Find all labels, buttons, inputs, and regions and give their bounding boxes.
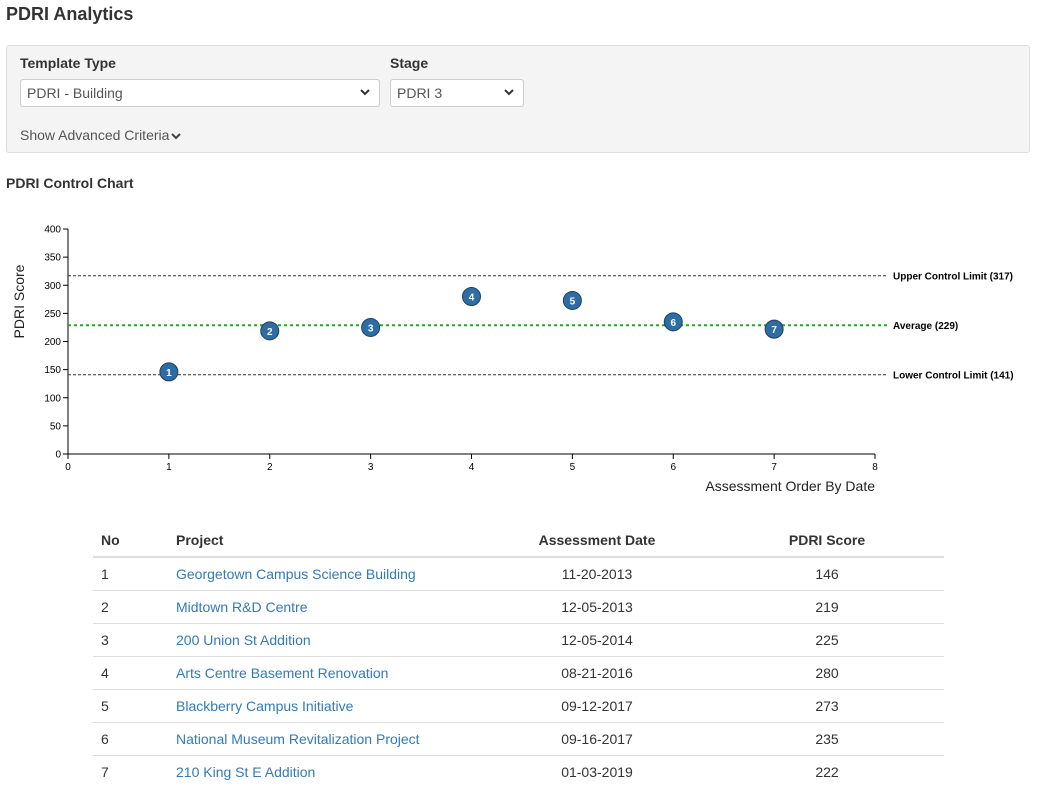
x-tick-label: 7 <box>771 462 777 473</box>
table-header-row: No Project Assessment Date PDRI Score <box>93 523 944 557</box>
header-project[interactable]: Project <box>168 523 484 557</box>
header-no[interactable]: No <box>93 523 168 557</box>
cell-no: 4 <box>93 657 168 690</box>
cell-project: 210 King St E Addition <box>168 756 484 788</box>
cell-no: 6 <box>93 723 168 756</box>
cell-project: Midtown R&D Centre <box>168 591 484 624</box>
template-type-value: PDRI - Building <box>27 85 123 101</box>
y-tick-label: 350 <box>44 253 61 264</box>
data-point-label: 5 <box>570 296 576 307</box>
cell-assessment-date: 09-16-2017 <box>484 723 710 756</box>
y-axis-label: PDRI Score <box>11 264 27 338</box>
table-row: 5 Blackberry Campus Initiative 09-12-20172… <box>93 690 944 723</box>
cell-project: National Museum Revitalization Project <box>168 723 484 756</box>
cell-pdri-score: 235 <box>710 723 944 756</box>
header-assessment-date[interactable]: Assessment Date <box>484 523 710 557</box>
cell-no: 5 <box>93 690 168 723</box>
x-tick-label: 4 <box>469 462 475 473</box>
cell-pdri-score: 219 <box>710 591 944 624</box>
cell-assessment-date: 01-03-2019 <box>484 756 710 788</box>
table-row: 1 Georgetown Campus Science Building 11-20… <box>93 557 944 591</box>
y-tick-label: 150 <box>44 365 61 376</box>
cell-no: 3 <box>93 624 168 657</box>
x-tick-label: 2 <box>267 462 273 473</box>
cell-no: 7 <box>93 756 168 788</box>
cell-project: Georgetown Campus Science Building <box>168 557 484 591</box>
cell-assessment-date: 09-12-2017 <box>484 690 710 723</box>
cell-assessment-date: 12-05-2014 <box>484 624 710 657</box>
data-point-label: 1 <box>166 368 172 379</box>
show-advanced-criteria-link[interactable]: Show Advanced Criteria <box>20 127 181 143</box>
lcl-label: Lower Control Limit (141) <box>893 371 1014 382</box>
header-pdri-score[interactable]: PDRI Score <box>710 523 944 557</box>
chevron-down-icon <box>359 86 371 98</box>
cell-assessment-date: 12-05-2013 <box>484 591 710 624</box>
cell-project: Blackberry Campus Initiative <box>168 690 484 723</box>
y-tick-label: 300 <box>44 281 61 292</box>
cell-assessment-date: 08-21-2016 <box>484 657 710 690</box>
template-type-select[interactable]: PDRI - Building <box>20 79 380 107</box>
x-tick-label: 0 <box>65 462 71 473</box>
cell-pdri-score: 280 <box>710 657 944 690</box>
project-link[interactable]: Midtown R&D Centre <box>176 599 308 615</box>
projects-table: No Project Assessment Date PDRI Score 1G… <box>93 523 944 788</box>
stage-label: Stage <box>390 55 428 71</box>
table-row: 7 210 King St E Addition 01-03-2019222 <box>93 756 944 788</box>
project-link[interactable]: Georgetown Campus Science Building <box>176 566 416 582</box>
show-advanced-criteria-label: Show Advanced Criteria <box>20 127 169 143</box>
chevron-down-icon <box>503 86 515 98</box>
x-axis-label: Assessment Order By Date <box>705 478 875 494</box>
data-point-label: 4 <box>469 293 475 304</box>
project-link[interactable]: Arts Centre Basement Renovation <box>176 665 388 681</box>
cell-pdri-score: 146 <box>710 557 944 591</box>
x-tick-label: 3 <box>368 462 374 473</box>
control-chart: 0 50 100 150 200 250 300 350 400 0 1 2 3 4 5 6 7 8 Assessm… <box>0 210 1039 500</box>
cell-no: 2 <box>93 591 168 624</box>
page-title: PDRI Analytics <box>6 4 133 25</box>
y-tick-label: 100 <box>44 393 61 404</box>
data-point-label: 3 <box>368 323 374 334</box>
chart-section-title: PDRI Control Chart <box>6 175 134 191</box>
ucl-label: Upper Control Limit (317) <box>893 272 1013 283</box>
cell-pdri-score: 222 <box>710 756 944 788</box>
cell-pdri-score: 273 <box>710 690 944 723</box>
cell-assessment-date: 11-20-2013 <box>484 557 710 591</box>
stage-select[interactable]: PDRI 3 <box>390 79 524 107</box>
project-link[interactable]: National Museum Revitalization Project <box>176 731 420 747</box>
data-point-label: 2 <box>267 327 273 338</box>
data-point-label: 7 <box>771 325 777 336</box>
table-row: 6 National Museum Revitalization Project 0… <box>93 723 944 756</box>
cell-project: 200 Union St Addition <box>168 624 484 657</box>
template-type-label: Template Type <box>20 55 116 71</box>
table-row: 3 200 Union St Addition 12-05-2014225 <box>93 624 944 657</box>
project-link[interactable]: 200 Union St Addition <box>176 632 311 648</box>
table-row: 4 Arts Centre Basement Renovation 08-21-20… <box>93 657 944 690</box>
x-tick-label: 8 <box>872 462 878 473</box>
y-tick-label: 50 <box>50 421 62 432</box>
x-tick-label: 5 <box>570 462 576 473</box>
project-link[interactable]: Blackberry Campus Initiative <box>176 698 353 714</box>
y-tick-label: 0 <box>55 450 61 461</box>
cell-no: 1 <box>93 557 168 591</box>
x-tick-label: 6 <box>670 462 676 473</box>
project-link[interactable]: 210 King St E Addition <box>176 764 315 780</box>
average-label: Average (229) <box>893 321 958 332</box>
stage-value: PDRI 3 <box>397 85 442 101</box>
chevron-down-icon <box>171 132 181 140</box>
filter-panel: Template Type PDRI - Building Stage PDRI… <box>6 45 1030 153</box>
y-tick-label: 250 <box>44 309 61 320</box>
y-tick-label: 400 <box>44 225 61 236</box>
cell-project: Arts Centre Basement Renovation <box>168 657 484 690</box>
cell-pdri-score: 225 <box>710 624 944 657</box>
y-tick-label: 200 <box>44 337 61 348</box>
data-point-label: 6 <box>670 318 676 329</box>
table-row: 2 Midtown R&D Centre 12-05-2013219 <box>93 591 944 624</box>
x-tick-label: 1 <box>166 462 172 473</box>
